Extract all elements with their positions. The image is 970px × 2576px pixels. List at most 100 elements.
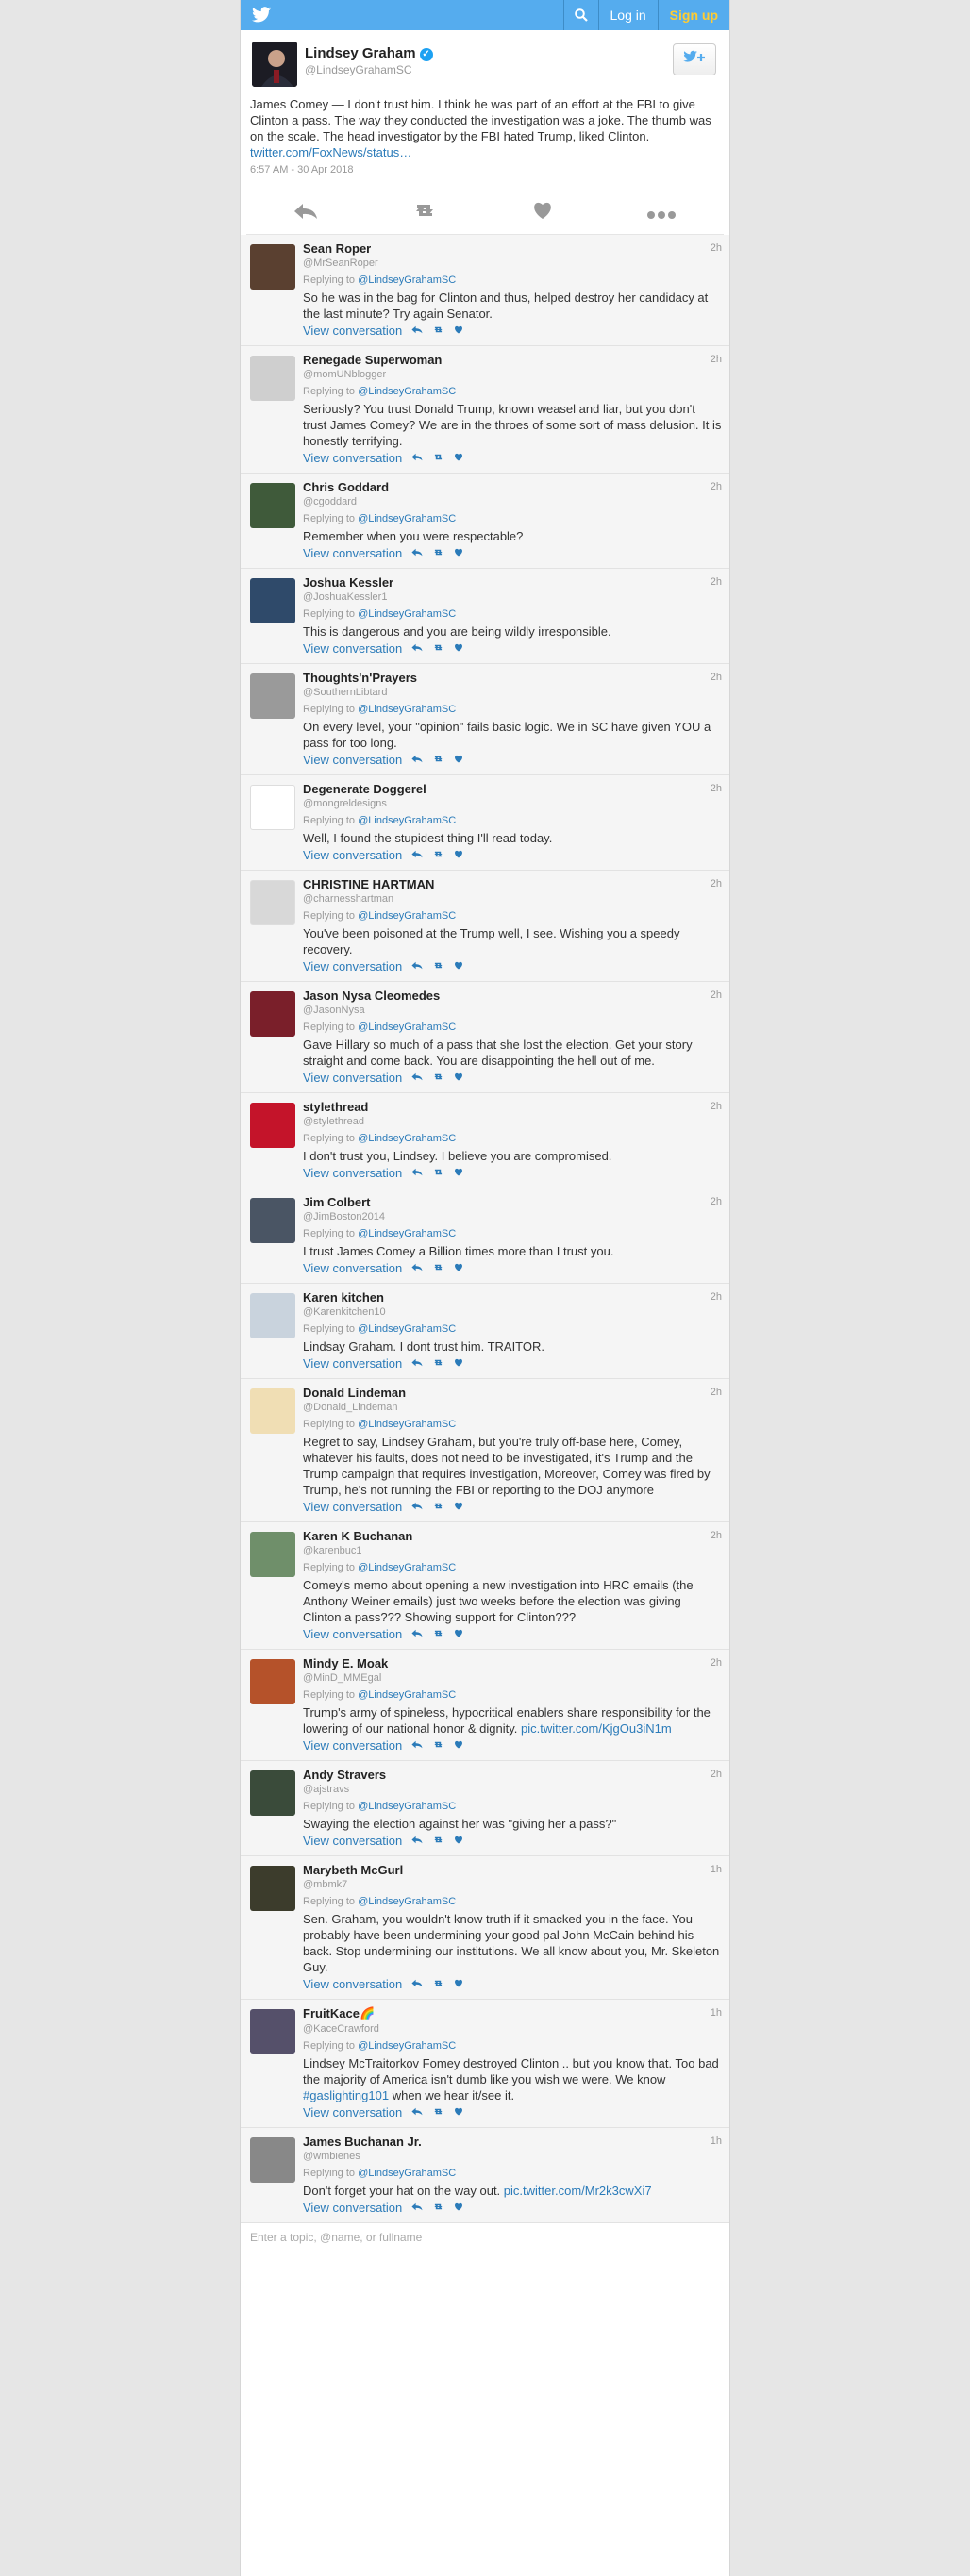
reply-author-handle[interactable]: @karenbuc1 [303, 1545, 722, 1556]
reply-icon[interactable] [411, 453, 423, 464]
reply-author-handle[interactable]: @ajstravs [303, 1784, 722, 1795]
replying-to-link[interactable]: @LindseyGrahamSC [358, 1228, 456, 1239]
replying-to-link[interactable]: @LindseyGrahamSC [358, 1323, 456, 1335]
signup-link[interactable]: Sign up [659, 0, 729, 30]
reply-time[interactable]: 2h [711, 242, 722, 254]
avatar[interactable] [250, 673, 295, 719]
retweet-icon[interactable] [432, 1740, 444, 1752]
reply-author-handle[interactable]: @mongreldesigns [303, 798, 722, 809]
retweet-icon[interactable] [432, 548, 444, 559]
like-icon[interactable] [454, 1168, 463, 1179]
like-icon[interactable] [454, 1072, 463, 1084]
reply-item[interactable]: Chris Goddard 2h @cgoddard Replying to @… [241, 474, 729, 569]
reply-icon[interactable] [411, 1263, 423, 1274]
like-icon[interactable] [454, 961, 463, 972]
view-conversation-link[interactable]: View conversation [303, 1356, 402, 1371]
reply-author-name[interactable]: Mindy E. Moak [303, 1656, 722, 1670]
view-conversation-link[interactable]: View conversation [303, 546, 402, 560]
retweet-icon[interactable] [432, 1979, 444, 1990]
reply-time[interactable]: 1h [711, 1864, 722, 1875]
replying-to-link[interactable]: @LindseyGrahamSC [358, 608, 456, 620]
replying-to-link[interactable]: @LindseyGrahamSC [358, 1022, 456, 1033]
reply-author-name[interactable]: Chris Goddard [303, 480, 722, 494]
tweet-timestamp[interactable]: 6:57 AM - 30 Apr 2018 [250, 164, 720, 175]
reply-author-name[interactable]: CHRISTINE HARTMAN [303, 877, 722, 891]
search-icon[interactable] [562, 0, 599, 30]
view-conversation-link[interactable]: View conversation [303, 1500, 402, 1514]
reply-item[interactable]: CHRISTINE HARTMAN 2h @charnesshartman Re… [241, 871, 729, 982]
retweet-icon[interactable] [432, 1836, 444, 1847]
like-icon[interactable] [454, 1263, 463, 1274]
reply-item[interactable]: Mindy E. Moak 2h @MinD_MMEgal Replying t… [241, 1650, 729, 1761]
reply-item[interactable]: Renegade Superwoman 2h @momUNblogger Rep… [241, 346, 729, 474]
avatar[interactable] [250, 1532, 295, 1577]
reply-author-handle[interactable]: @stylethread [303, 1116, 722, 1127]
retweet-icon[interactable] [432, 755, 444, 766]
replying-to-link[interactable]: @LindseyGrahamSC [358, 1801, 456, 1812]
reply-icon[interactable] [411, 1168, 423, 1179]
reply-author-name[interactable]: Jason Nysa Cleomedes [303, 989, 722, 1003]
reply-icon[interactable] [411, 961, 423, 972]
reply-item[interactable]: Karen kitchen 2h @Karenkitchen10 Replyin… [241, 1284, 729, 1379]
like-icon[interactable] [454, 325, 463, 337]
reply-icon[interactable] [411, 1836, 423, 1847]
reply-author-name[interactable]: Karen kitchen [303, 1290, 722, 1305]
retweet-icon[interactable] [432, 850, 444, 861]
avatar[interactable] [250, 1866, 295, 1911]
reply-author-name[interactable]: Renegade Superwoman [303, 353, 722, 367]
reply-time[interactable]: 2h [711, 1530, 722, 1541]
reply-author-handle[interactable]: @SouthernLibtard [303, 687, 722, 698]
reply-author-handle[interactable]: @Donald_Lindeman [303, 1402, 722, 1413]
reply-author-name[interactable]: James Buchanan Jr. [303, 2135, 722, 2149]
retweet-icon[interactable] [432, 2202, 444, 2214]
reply-author-handle[interactable]: @cgoddard [303, 496, 722, 507]
replying-to-link[interactable]: @LindseyGrahamSC [358, 1133, 456, 1144]
like-icon[interactable] [454, 850, 463, 861]
author-name[interactable]: Lindsey Graham ✓ [305, 45, 433, 61]
reply-icon[interactable] [411, 548, 423, 559]
reply-author-handle[interactable]: @wmbienes [303, 2151, 722, 2162]
avatar[interactable] [250, 1293, 295, 1338]
view-conversation-link[interactable]: View conversation [303, 2201, 402, 2215]
retweet-icon[interactable] [432, 961, 444, 972]
reply-item[interactable]: Jim Colbert 2h @JimBoston2014 Replying t… [241, 1188, 729, 1284]
reply-time[interactable]: 1h [711, 2007, 722, 2019]
view-conversation-link[interactable]: View conversation [303, 848, 402, 862]
like-icon[interactable] [454, 2107, 463, 2119]
login-link[interactable]: Log in [599, 0, 659, 30]
reply-hashtag[interactable]: #gaslighting101 [303, 2088, 389, 2102]
reply-time[interactable]: 2h [711, 1291, 722, 1303]
replying-to-link[interactable]: @LindseyGrahamSC [358, 1419, 456, 1430]
reply-time[interactable]: 2h [711, 1196, 722, 1207]
view-conversation-link[interactable]: View conversation [303, 451, 402, 465]
avatar[interactable] [250, 578, 295, 623]
author-handle[interactable]: @LindseyGrahamSC [305, 63, 412, 76]
retweet-icon[interactable] [432, 453, 444, 464]
view-conversation-link[interactable]: View conversation [303, 2105, 402, 2119]
retweet-icon[interactable] [432, 325, 444, 337]
avatar[interactable] [250, 880, 295, 925]
avatar[interactable] [250, 483, 295, 528]
footer-search[interactable]: Enter a topic, @name, or fullname [241, 2223, 729, 2252]
reply-item[interactable]: Andy Stravers 2h @ajstravs Replying to @… [241, 1761, 729, 1856]
reply-link[interactable]: pic.twitter.com/KjgOu3iN1m [521, 1721, 672, 1736]
retweet-icon[interactable] [432, 1072, 444, 1084]
retweet-icon[interactable] [432, 1168, 444, 1179]
reply-item[interactable]: Sean Roper 2h @MrSeanRoper Replying to @… [241, 235, 729, 346]
reply-icon[interactable] [411, 2107, 423, 2119]
avatar[interactable] [250, 1388, 295, 1434]
like-icon[interactable] [454, 755, 463, 766]
reply-author-name[interactable]: Thoughts'n'Prayers [303, 671, 722, 685]
reply-icon[interactable] [411, 1979, 423, 1990]
like-icon[interactable] [454, 1629, 463, 1640]
twitter-bird-icon[interactable] [252, 7, 271, 27]
view-conversation-link[interactable]: View conversation [303, 753, 402, 767]
avatar[interactable] [250, 785, 295, 830]
replying-to-link[interactable]: @LindseyGrahamSC [358, 1562, 456, 1573]
reply-time[interactable]: 2h [711, 1387, 722, 1398]
avatar[interactable] [250, 356, 295, 401]
reply-time[interactable]: 2h [711, 1657, 722, 1669]
reply-author-name[interactable]: stylethread [303, 1100, 722, 1114]
reply-time[interactable]: 2h [711, 1101, 722, 1112]
author-name-text[interactable]: Lindsey Graham [305, 45, 416, 61]
